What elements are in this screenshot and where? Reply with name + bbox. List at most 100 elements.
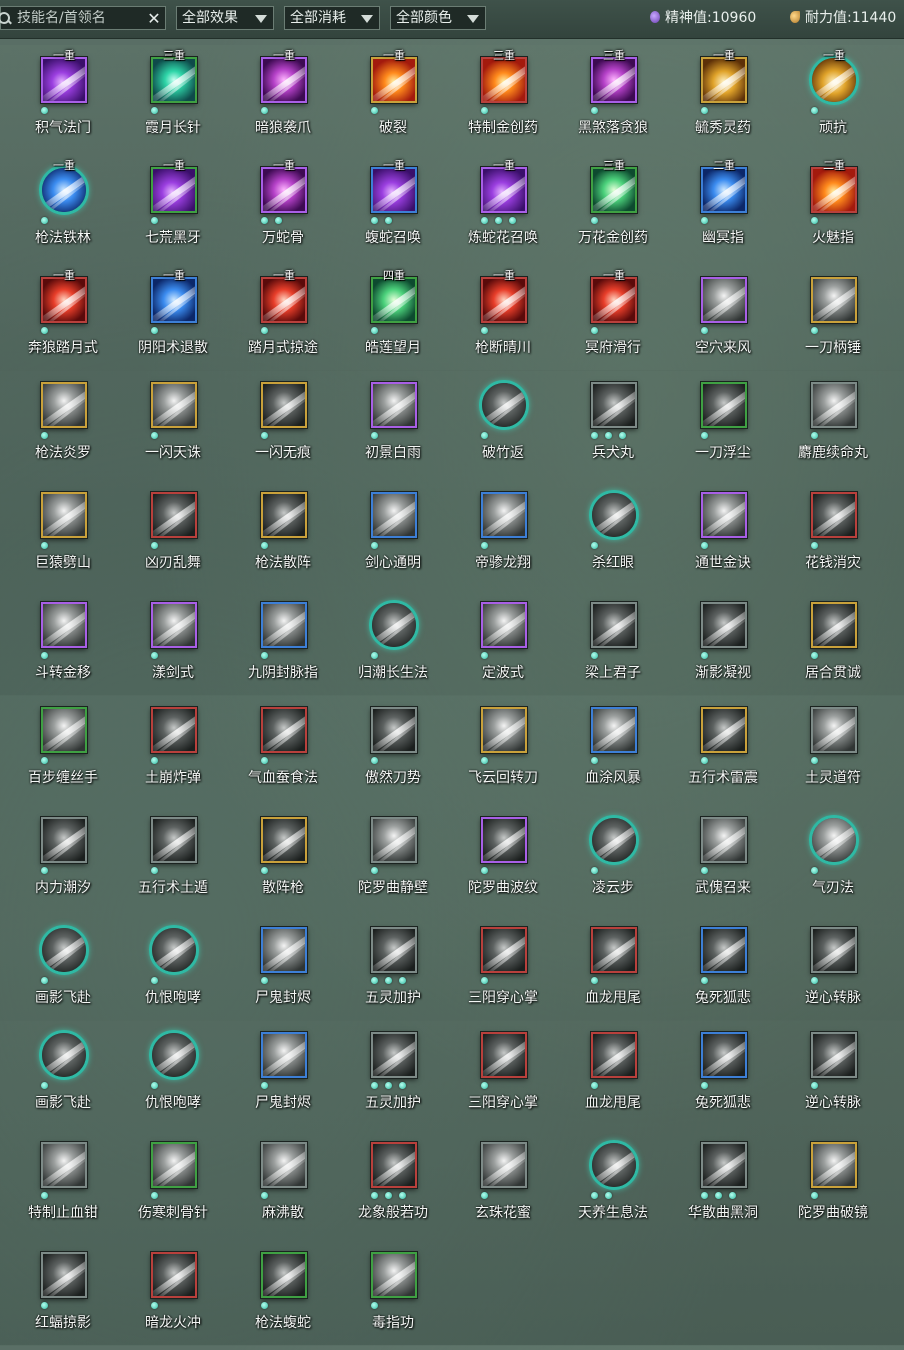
skill-card[interactable]: 枪法炎罗 [8,370,118,480]
skill-icon[interactable] [371,927,417,973]
skill-icon[interactable] [41,817,87,863]
skill-card[interactable]: 一刀柄锤 [778,265,888,375]
skill-card[interactable]: 龙象般若功 [338,1130,448,1240]
skill-card[interactable]: 定波式 [448,590,558,700]
skill-icon[interactable] [371,492,417,538]
skill-card[interactable]: 兵犬丸 [558,370,668,480]
skill-card[interactable]: 一重 七荒黑牙 [118,155,228,265]
skill-icon[interactable] [149,925,199,975]
skill-icon[interactable] [591,707,637,753]
skill-card[interactable]: 巨猿劈山 [8,480,118,590]
skill-card[interactable]: 一重 枪法铁林 [8,155,118,265]
skill-card[interactable]: 陀罗曲波纹 [448,805,558,915]
skill-card[interactable]: 枪法散阵 [228,480,338,590]
skill-card[interactable]: 毒指功 [338,1240,448,1350]
skill-card[interactable]: 玄珠花蜜 [448,1130,558,1240]
skill-card[interactable]: 四重 皓莲望月 [338,265,448,375]
skill-card[interactable]: 红蝠掠影 [8,1240,118,1350]
skill-icon[interactable] [479,380,529,430]
skill-icon[interactable]: 一重 [261,49,307,103]
skill-icon[interactable] [261,382,307,428]
skill-icon[interactable] [41,492,87,538]
skill-card[interactable]: 一重 破裂 [338,45,448,155]
skill-icon[interactable] [151,382,197,428]
skill-icon[interactable]: 一重 [261,269,307,323]
skill-card[interactable]: 渐影凝视 [668,590,778,700]
skill-card[interactable]: 特制止血钳 [8,1130,118,1240]
skill-icon[interactable]: 一重 [151,159,197,213]
skill-card[interactable]: 兔死狐悲 [668,915,778,1025]
skill-card[interactable]: 二重 幽冥指 [668,155,778,265]
skill-card[interactable]: 画影飞赴 [8,915,118,1025]
skill-card[interactable]: 一重 顽抗 [778,45,888,155]
skill-icon[interactable] [261,1032,307,1078]
skill-card[interactable]: 一重 奔狼踏月式 [8,265,118,375]
skill-icon[interactable] [261,817,307,863]
skill-card[interactable]: 三重 特制金创药 [448,45,558,155]
skill-icon[interactable] [701,707,747,753]
skill-icon[interactable] [481,707,527,753]
skill-icon[interactable] [261,1252,307,1298]
skill-card[interactable]: 凶刃乱舞 [118,480,228,590]
skill-icon[interactable]: 一重 [41,49,87,103]
skill-icon[interactable] [151,492,197,538]
skill-icon[interactable] [151,1252,197,1298]
skill-icon[interactable] [261,492,307,538]
skill-card[interactable]: 九阴封脉指 [228,590,338,700]
skill-card[interactable]: 一重 积气法门 [8,45,118,155]
skill-icon[interactable] [589,1140,639,1190]
skill-card[interactable]: 一重 暗狼袭爪 [228,45,338,155]
skill-icon[interactable] [41,1252,87,1298]
skill-icon[interactable] [41,602,87,648]
skill-icon[interactable]: 二重 [811,159,857,213]
skill-card[interactable]: 气刃法 [778,805,888,915]
skill-card[interactable]: 土崩炸弹 [118,695,228,805]
skill-card[interactable]: 一重 万蛇骨 [228,155,338,265]
skill-card[interactable]: 天养生息法 [558,1130,668,1240]
skill-card[interactable]: 气血蚕食法 [228,695,338,805]
skill-card[interactable]: 枪法蝮蛇 [228,1240,338,1350]
skill-card[interactable]: 尸鬼封烬 [228,915,338,1025]
skill-icon[interactable] [701,382,747,428]
skill-icon[interactable]: 三重 [481,49,527,103]
skill-icon[interactable] [811,1032,857,1078]
skill-card[interactable]: 一重 踏月式掠途 [228,265,338,375]
skill-card[interactable]: 血龙甩尾 [558,1020,668,1130]
skill-icon[interactable] [481,1032,527,1078]
skill-icon[interactable] [811,602,857,648]
skill-icon[interactable] [261,707,307,753]
skill-card[interactable]: 散阵枪 [228,805,338,915]
skill-icon[interactable] [39,925,89,975]
skill-card[interactable]: 飞云回转刀 [448,695,558,805]
skill-icon[interactable]: 一重 [809,49,859,105]
skill-icon[interactable]: 一重 [151,269,197,323]
skill-card[interactable]: 仇恨咆哮 [118,1020,228,1130]
skill-card[interactable]: 三重 霞月长针 [118,45,228,155]
skill-card[interactable]: 一重 炼蛇花召唤 [448,155,558,265]
skill-card[interactable]: 一闪天诛 [118,370,228,480]
skill-icon[interactable] [151,817,197,863]
skill-card[interactable]: 一闪无痕 [228,370,338,480]
skill-icon[interactable]: 四重 [371,269,417,323]
skill-card[interactable]: 逆心转脉 [778,915,888,1025]
skill-card[interactable]: 花钱消灾 [778,480,888,590]
skill-icon[interactable] [371,707,417,753]
skill-icon[interactable] [589,815,639,865]
skill-icon[interactable]: 一重 [591,269,637,323]
skill-icon[interactable] [701,817,747,863]
skill-card[interactable]: 暗龙火冲 [118,1240,228,1350]
skill-card[interactable]: 土灵道符 [778,695,888,805]
skill-icon[interactable]: 一重 [701,49,747,103]
skill-icon[interactable] [811,492,857,538]
skill-card[interactable]: 归潮长生法 [338,590,448,700]
skill-icon[interactable] [261,927,307,973]
skill-card[interactable]: 百步缠丝手 [8,695,118,805]
skill-icon[interactable] [371,1252,417,1298]
skill-card[interactable]: 陀罗曲静壁 [338,805,448,915]
skill-card[interactable]: 剑心通明 [338,480,448,590]
skill-icon[interactable] [811,1142,857,1188]
skill-icon[interactable] [481,927,527,973]
skill-icon[interactable] [41,707,87,753]
skill-icon[interactable] [811,707,857,753]
skill-icon[interactable]: 二重 [701,159,747,213]
